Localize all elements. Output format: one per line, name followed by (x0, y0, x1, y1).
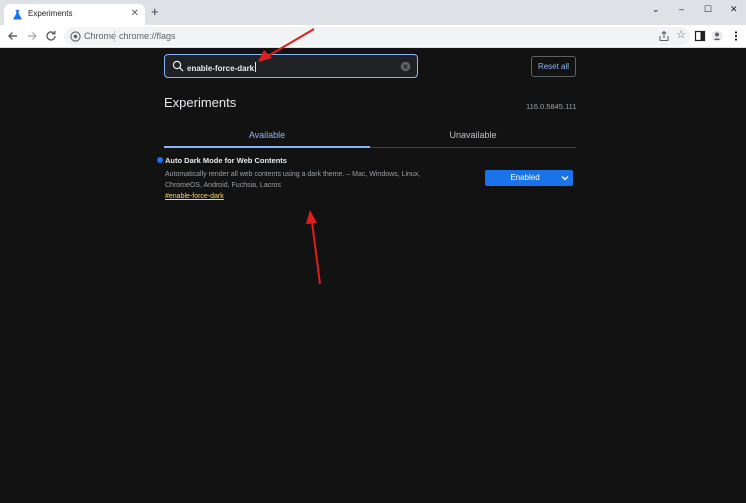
tab-strip: Experiments ✕ + ⌄ – ☐ ✕ (0, 0, 746, 25)
search-value: enable-force-dark (187, 62, 257, 73)
minimize-button[interactable]: – (679, 3, 684, 15)
search-icon (172, 60, 184, 72)
profile-avatar-icon[interactable] (711, 30, 723, 42)
arrow-to-flag (306, 210, 321, 285)
tab-available[interactable]: Available (164, 124, 370, 148)
omnibox-chip: Chrome (84, 31, 117, 41)
flag-title: Auto Dark Mode for Web Contents (165, 156, 287, 165)
forward-arrow-icon[interactable] (25, 29, 39, 43)
flag-description: Automatically render all web contents us… (165, 171, 421, 189)
share-icon[interactable] (658, 30, 670, 42)
url-text[interactable]: chrome://flags (119, 31, 176, 41)
text-caret (255, 62, 257, 72)
tab-search-icon[interactable]: ⌄ (652, 3, 660, 15)
new-tab-button[interactable]: + (151, 5, 159, 19)
address-bar[interactable]: Chrome chrome://flags ☆ (64, 27, 690, 46)
menu-kebab-icon[interactable] (730, 30, 742, 42)
clear-search-icon[interactable] (400, 61, 411, 72)
maximize-button[interactable]: ☐ (704, 3, 712, 15)
reset-all-button[interactable]: Reset all (531, 56, 576, 77)
chevron-down-icon (561, 176, 569, 181)
flag-state-value: Enabled (510, 173, 540, 182)
flask-icon (13, 9, 22, 20)
back-arrow-icon[interactable] (6, 29, 20, 43)
flag-state-select[interactable]: Enabled (485, 170, 573, 186)
tab-unavailable[interactable]: Unavailable (370, 124, 576, 148)
toolbar: Chrome chrome://flags ☆ (0, 25, 746, 48)
version-label: 116.0.5845.111 (526, 102, 577, 111)
chrome-icon (70, 31, 81, 42)
tab-experiments[interactable]: Experiments ✕ (4, 4, 145, 25)
flag-modified-indicator (157, 157, 163, 163)
close-window-button[interactable]: ✕ (730, 3, 738, 15)
flag-search-input[interactable]: enable-force-dark (164, 54, 418, 78)
tab-title: Experiments (28, 9, 73, 18)
reload-icon[interactable] (44, 29, 58, 43)
tab-close-icon[interactable]: ✕ (131, 7, 139, 21)
omnibox-separator (114, 31, 115, 42)
page-title: Experiments (164, 95, 237, 110)
flag-permalink[interactable]: #enable-force-dark (165, 193, 224, 200)
side-panel-icon[interactable] (694, 30, 706, 42)
bookmark-star-icon[interactable]: ☆ (676, 29, 686, 42)
